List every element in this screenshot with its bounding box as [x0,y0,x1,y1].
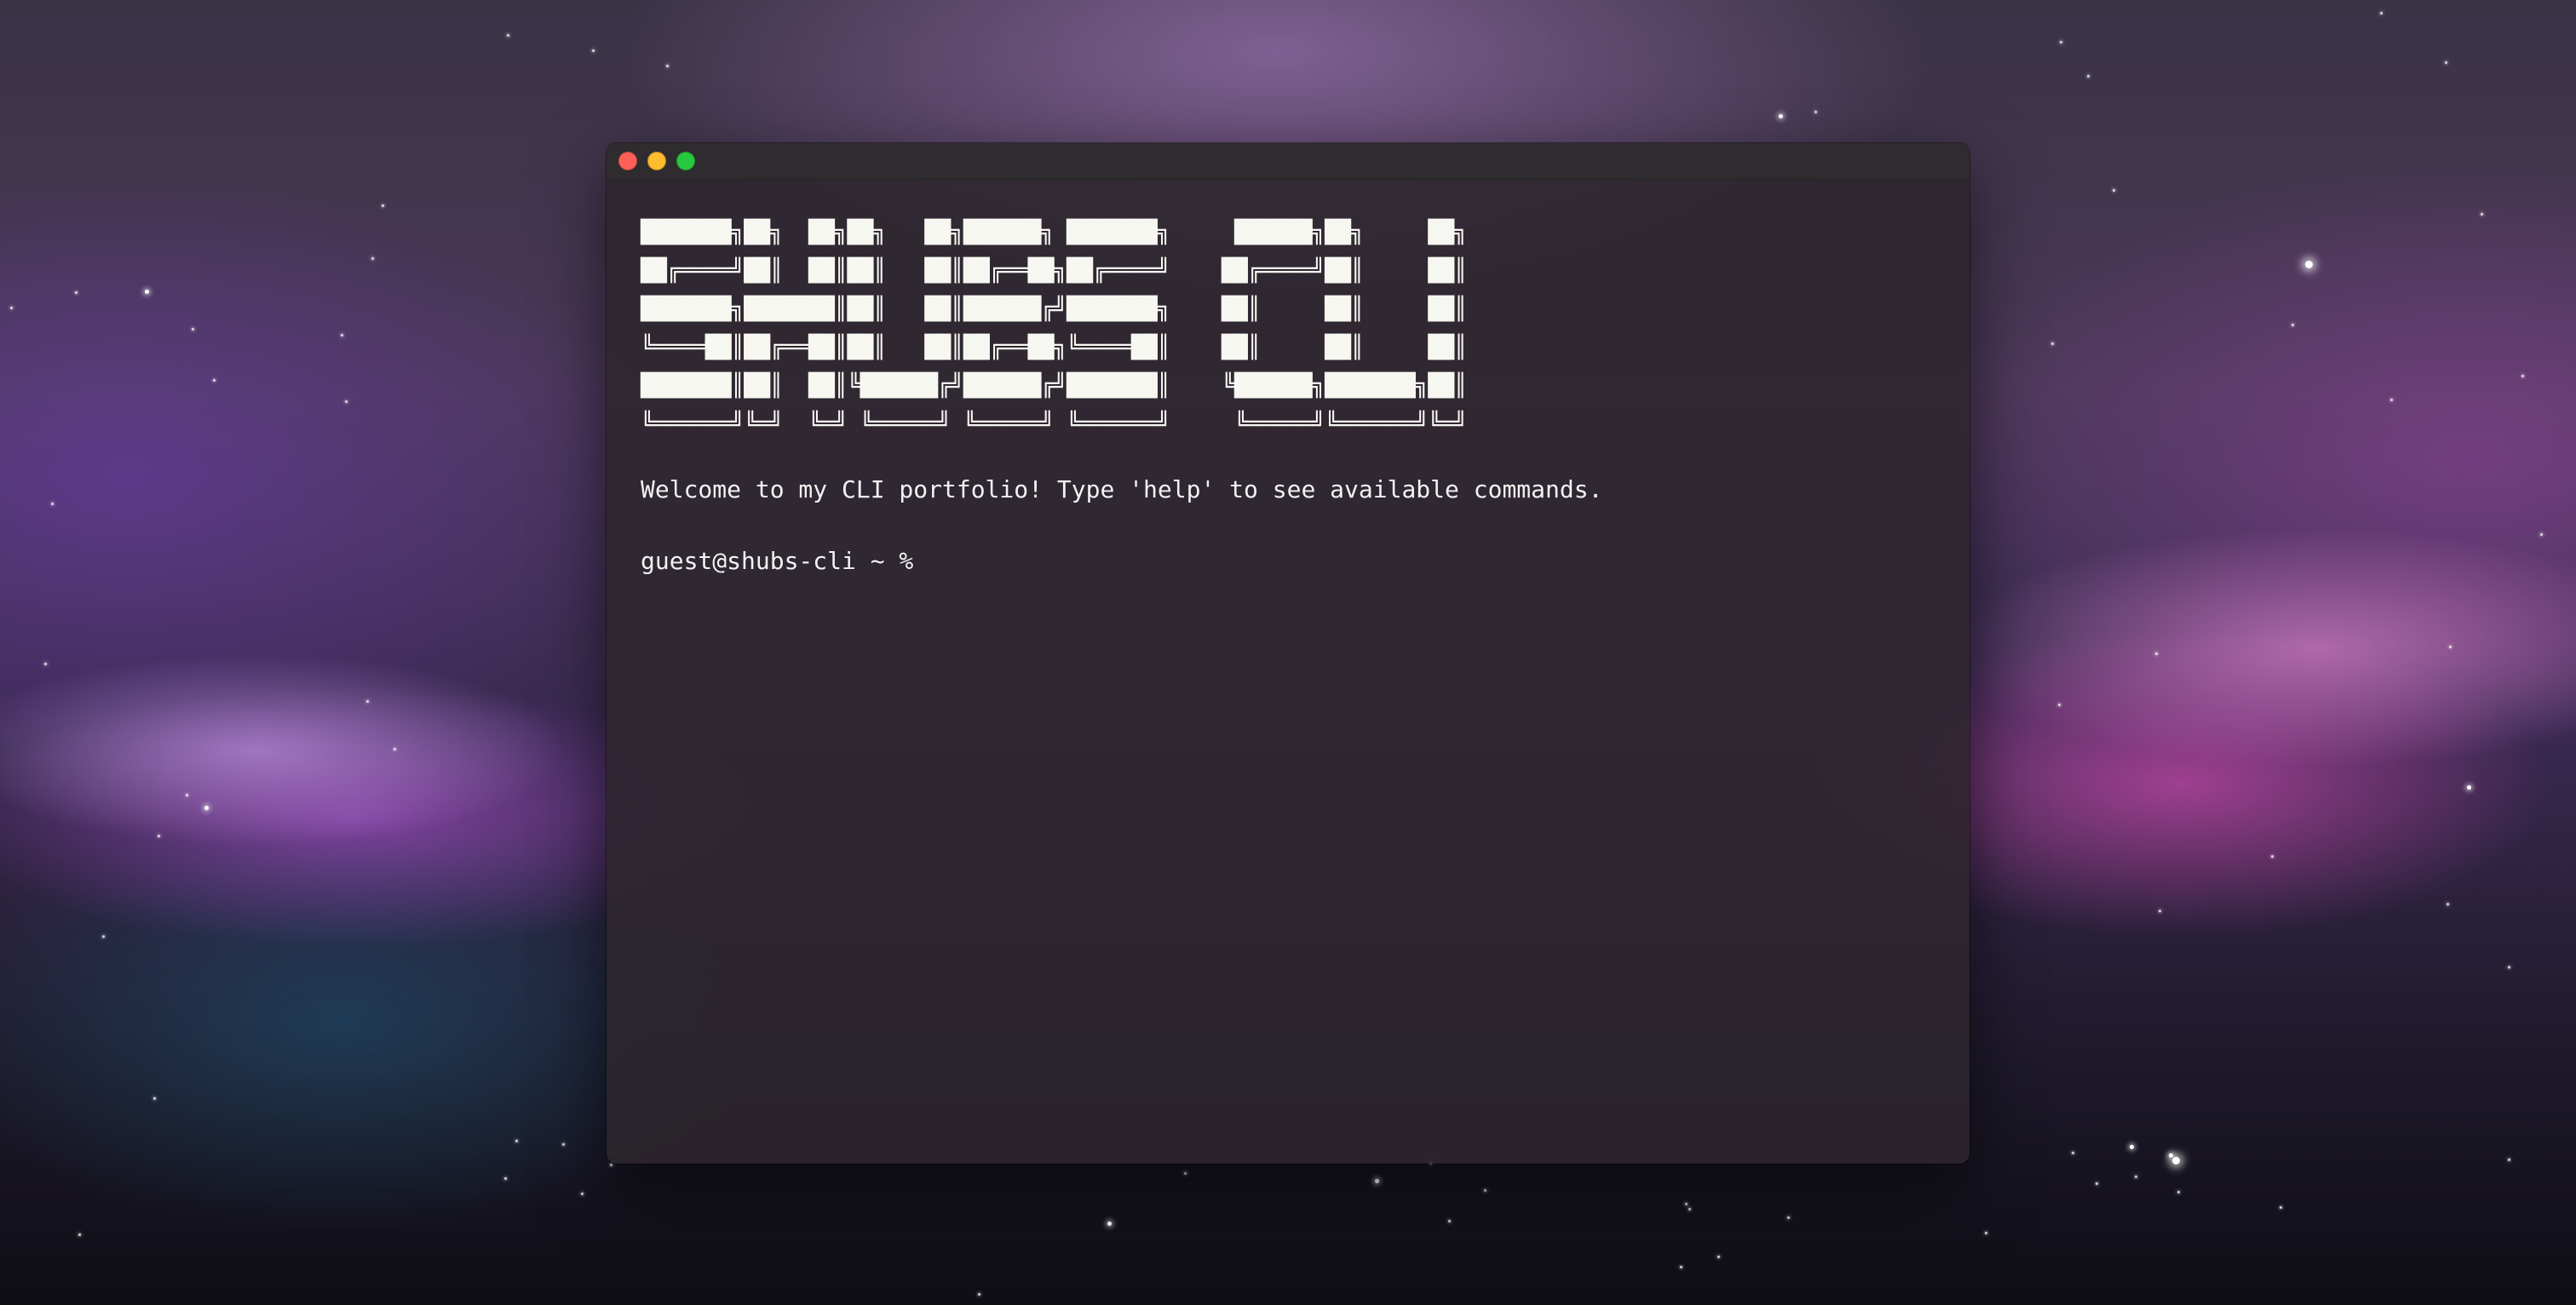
prompt-label: guest@shubs-cli ~ % [641,547,914,575]
zoom-button[interactable] [676,152,695,170]
terminal-window: ███████╗██╗ ██╗██╗ ██╗██████╗ ███████╗ █… [607,143,1969,1164]
close-button[interactable] [618,152,637,170]
welcome-message: Welcome to my CLI portfolio! Type 'help'… [641,475,1603,503]
minimize-button[interactable] [647,152,666,170]
prompt-line: guest@shubs-cli ~ % [641,546,1935,577]
terminal-body[interactable]: ███████╗██╗ ██╗██╗ ██╗██████╗ ███████╗ █… [607,180,1969,611]
ascii-banner: ███████╗██╗ ██╗██╗ ██╗██████╗ ███████╗ █… [641,220,1467,437]
command-input[interactable] [925,547,1778,576]
window-titlebar[interactable] [607,143,1969,180]
